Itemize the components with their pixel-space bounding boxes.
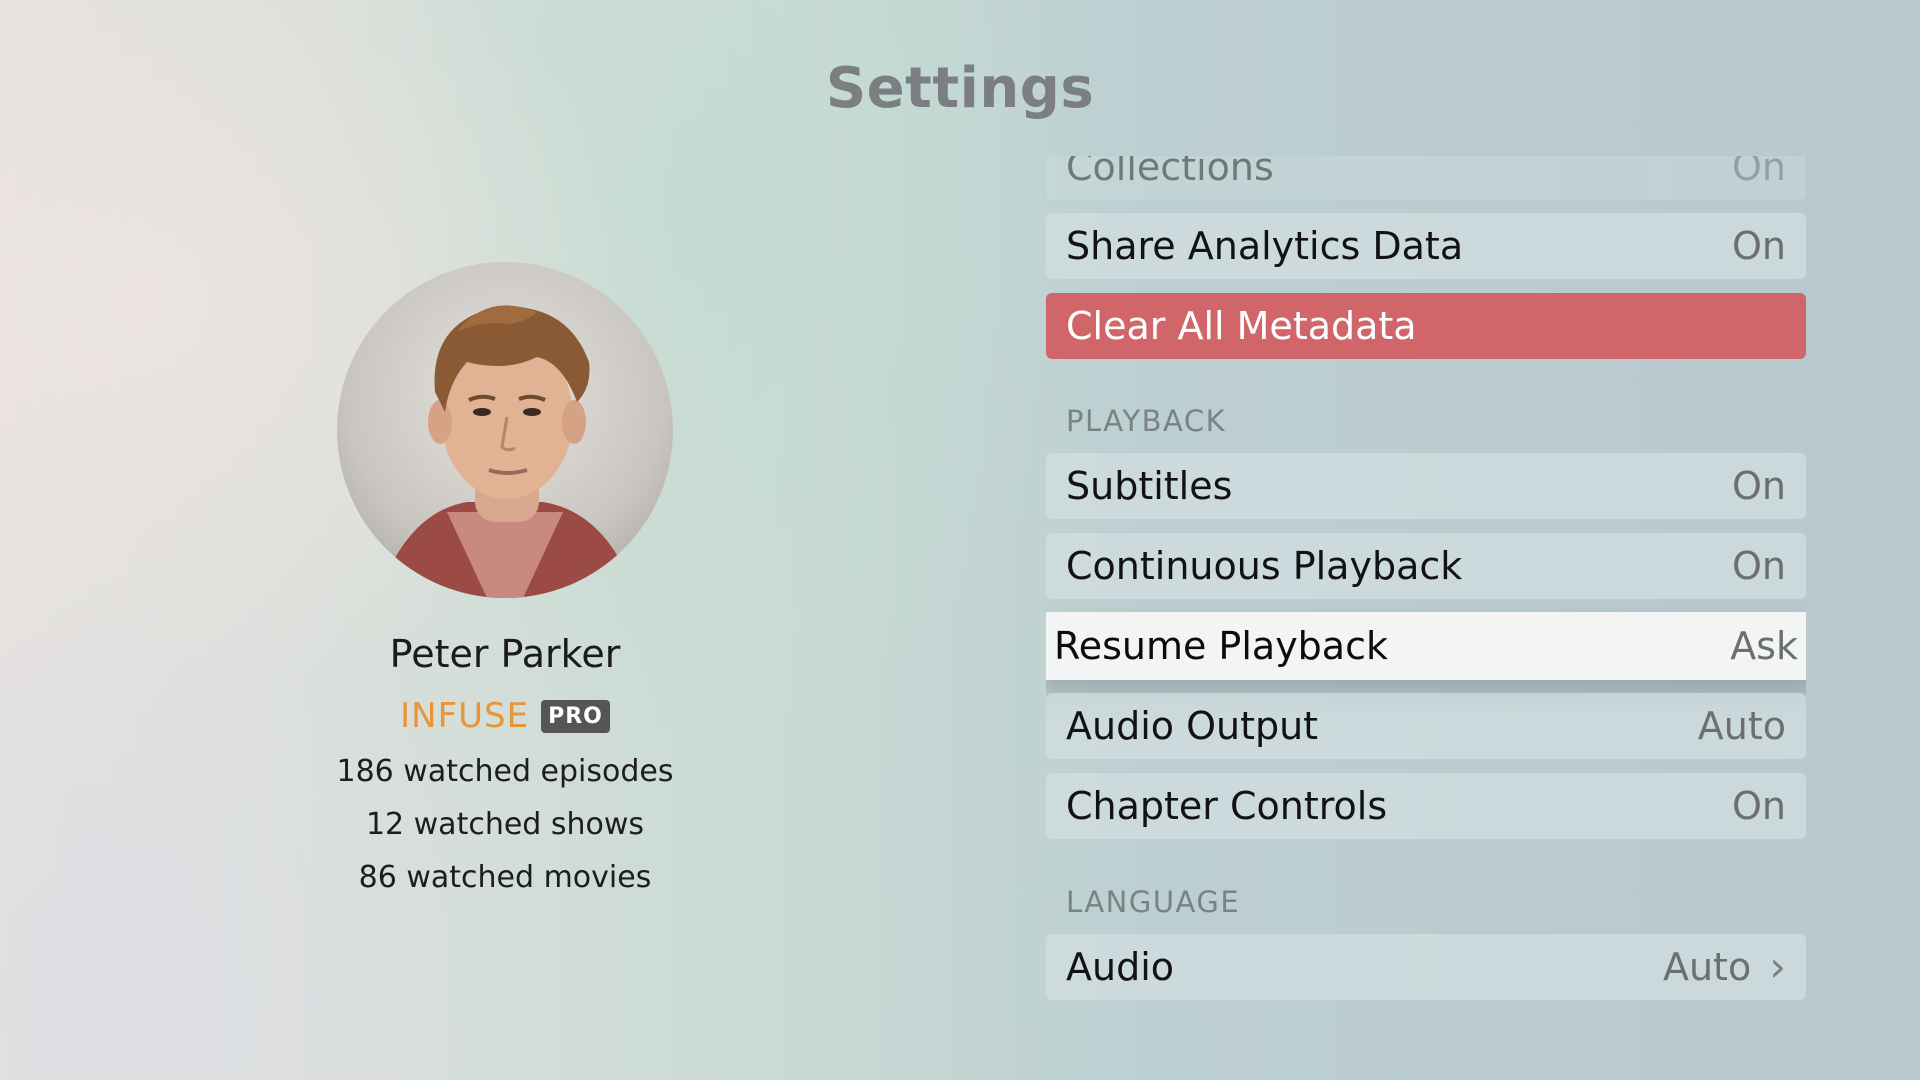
setting-label: Continuous Playback <box>1066 544 1463 588</box>
page-title: Settings <box>825 56 1095 121</box>
setting-row-subtitles[interactable]: Subtitles On <box>1046 453 1806 519</box>
setting-label: Clear All Metadata <box>1066 304 1417 348</box>
clear-metadata-button[interactable]: Clear All Metadata <box>1046 293 1806 359</box>
setting-value: On <box>1732 156 1786 189</box>
section-header-playback: PLAYBACK <box>1066 404 1227 438</box>
avatar <box>337 262 673 598</box>
setting-row-collections[interactable]: Collections On <box>1046 156 1806 200</box>
stat-episodes: 186 watched episodes <box>336 754 674 789</box>
setting-label: Resume Playback <box>1054 624 1388 668</box>
avatar-portrait <box>377 305 637 598</box>
setting-row-share-analytics[interactable]: Share Analytics Data On <box>1046 213 1806 279</box>
stat-movies: 86 watched movies <box>358 860 652 895</box>
setting-label: Share Analytics Data <box>1066 224 1464 268</box>
pro-badge: PRO <box>541 699 610 733</box>
setting-value: On <box>1732 784 1786 828</box>
setting-row-resume-playback[interactable]: Resume Playback Ask <box>1046 612 1806 680</box>
setting-value: On <box>1732 544 1786 588</box>
setting-label: Collections <box>1066 156 1274 189</box>
profile-panel: Peter Parker INFUSE PRO 186 watched epis… <box>305 262 705 895</box>
setting-row-audio-output[interactable]: Audio Output Auto <box>1046 693 1806 759</box>
setting-label: Audio Output <box>1066 704 1319 748</box>
setting-value-group: Auto › <box>1663 945 1786 989</box>
setting-value: Auto <box>1697 704 1786 748</box>
setting-row-audio-language[interactable]: Audio Auto › <box>1046 934 1806 1000</box>
brand-row: INFUSE PRO <box>305 696 705 736</box>
setting-label: Chapter Controls <box>1066 784 1388 828</box>
setting-value: On <box>1732 224 1786 268</box>
setting-value: Ask <box>1730 624 1798 668</box>
profile-name: Peter Parker <box>389 632 621 676</box>
section-header-language: LANGUAGE <box>1066 885 1241 919</box>
settings-list[interactable]: Collections On Share Analytics Data On C… <box>1046 156 1806 1016</box>
setting-row-chapter-controls[interactable]: Chapter Controls On <box>1046 773 1806 839</box>
setting-label: Subtitles <box>1066 464 1233 508</box>
chevron-right-icon: › <box>1769 942 1786 991</box>
setting-label: Audio <box>1066 945 1175 989</box>
setting-value: On <box>1732 464 1786 508</box>
setting-row-continuous-playback[interactable]: Continuous Playback On <box>1046 533 1806 599</box>
setting-value: Auto <box>1662 945 1752 989</box>
stat-shows: 12 watched shows <box>365 807 645 842</box>
infuse-brand: INFUSE <box>400 696 530 736</box>
